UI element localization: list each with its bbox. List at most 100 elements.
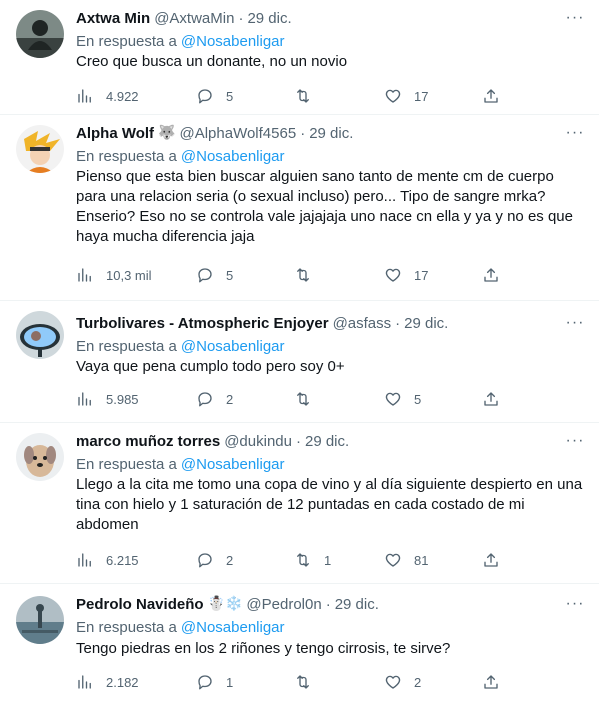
tweet-item[interactable]: Pedrolo Navideño ☃️❄️ @Pedrol0n · 29 dic…: [0, 584, 599, 701]
avatar[interactable]: [16, 125, 64, 173]
retweet-button[interactable]: [294, 265, 324, 285]
reply-button[interactable]: 2: [196, 389, 233, 409]
share-button[interactable]: [482, 86, 500, 106]
tweet-item[interactable]: Turbolivares - Atmospheric Enjoyer @asfa…: [0, 301, 599, 423]
display-name[interactable]: Axtwa Min: [76, 10, 150, 27]
reply-prefix: En respuesta a: [76, 455, 177, 473]
tweet-header: Alpha Wolf 🐺 @AlphaWolf4565 · 29 dic.: [76, 123, 353, 143]
display-name[interactable]: Alpha Wolf: [76, 125, 154, 142]
views-count: 2.182: [106, 674, 139, 690]
reply-mention-link[interactable]: @Nosabenligar: [181, 33, 285, 50]
action-bar: 6.215 2 1 81: [76, 550, 583, 570]
more-options-icon[interactable]: ···: [565, 594, 585, 614]
reply-mention-link[interactable]: @Nosabenligar: [181, 456, 285, 473]
like-button[interactable]: 17: [384, 86, 428, 106]
analytics-icon: [78, 553, 91, 567]
analytics-icon: [78, 89, 91, 103]
avatar[interactable]: [16, 596, 64, 644]
name-emoji: 🐺: [158, 125, 176, 141]
retweet-button[interactable]: 1: [294, 550, 331, 570]
retweet-button[interactable]: [294, 672, 324, 692]
display-name[interactable]: Turbolivares - Atmospheric Enjoyer: [76, 315, 329, 332]
reply-context: En respuesta a @Nosabenligar: [76, 617, 285, 637]
avatar[interactable]: [16, 10, 64, 58]
user-handle[interactable]: @asfass: [333, 315, 392, 332]
avatar-landscape-icon: [16, 596, 64, 644]
reply-mention-link[interactable]: @Nosabenligar: [181, 338, 285, 355]
separator-dot: ·: [395, 314, 401, 332]
action-bar: 2.182 1 2: [76, 672, 583, 692]
like-button[interactable]: 2: [384, 672, 421, 692]
reply-prefix: En respuesta a: [76, 337, 177, 355]
retweet-button[interactable]: [294, 86, 324, 106]
user-handle[interactable]: @AlphaWolf4565: [179, 125, 296, 142]
avatar[interactable]: [16, 433, 64, 481]
share-icon: [484, 675, 498, 689]
tweet-date[interactable]: 29 dic.: [309, 125, 353, 142]
share-icon: [484, 89, 498, 103]
avatar-dark-figure-icon: [16, 10, 64, 58]
replies-count: 2: [226, 391, 234, 407]
replies-count: 1: [226, 674, 234, 690]
tweet-text: Pienso que esta bien buscar alguien sano…: [76, 168, 573, 245]
reply-button[interactable]: 2: [196, 550, 233, 570]
action-bar: 10,3 mil 5 17: [76, 265, 583, 285]
tweet-item[interactable]: Axtwa Min @AxtwaMin · 29 dic. ··· En res…: [0, 0, 599, 115]
reply-icon: [198, 675, 212, 690]
views-count: 4.922: [106, 88, 139, 104]
likes-count: 81: [414, 552, 429, 568]
heart-icon: [385, 89, 401, 103]
tweet-date[interactable]: 29 dic.: [335, 596, 379, 613]
more-options-icon[interactable]: ···: [565, 431, 585, 451]
tweet-header: Pedrolo Navideño ☃️❄️ @Pedrol0n · 29 dic…: [76, 594, 379, 614]
user-handle[interactable]: @dukindu: [224, 433, 292, 450]
reply-context: En respuesta a @Nosabenligar: [76, 31, 285, 51]
separator-dot: ·: [325, 595, 331, 613]
tweet-item[interactable]: marco muñoz torres @dukindu · 29 dic. ··…: [0, 423, 599, 584]
reply-icon: [198, 553, 212, 568]
views-button[interactable]: 2.182: [76, 672, 139, 692]
more-options-icon[interactable]: ···: [565, 8, 585, 28]
reply-prefix: En respuesta a: [76, 32, 177, 50]
tweet-header: marco muñoz torres @dukindu · 29 dic.: [76, 431, 349, 451]
share-button[interactable]: [482, 389, 500, 409]
reply-icon: [198, 89, 212, 104]
share-button[interactable]: [482, 672, 500, 692]
reply-button[interactable]: 1: [196, 672, 233, 692]
reply-mention-link[interactable]: @Nosabenligar: [181, 619, 285, 636]
views-button[interactable]: 4.922: [76, 86, 139, 106]
tweet-date[interactable]: 29 dic.: [305, 433, 349, 450]
reply-mention-link[interactable]: @Nosabenligar: [181, 148, 285, 165]
more-options-icon[interactable]: ···: [565, 313, 585, 333]
separator-dot: ·: [238, 9, 244, 27]
reply-context: En respuesta a @Nosabenligar: [76, 146, 285, 166]
views-button[interactable]: 10,3 mil: [76, 265, 152, 285]
display-name[interactable]: marco muñoz torres: [76, 433, 220, 450]
more-options-icon[interactable]: ···: [565, 123, 585, 143]
avatar-anime-character-icon: [16, 125, 64, 173]
like-button[interactable]: 5: [384, 389, 421, 409]
avatar-dog-icon: [16, 433, 64, 481]
share-button[interactable]: [482, 550, 500, 570]
likes-count: 5: [414, 391, 422, 407]
views-button[interactable]: 6.215: [76, 550, 139, 570]
like-button[interactable]: 81: [384, 550, 428, 570]
heart-icon: [385, 392, 401, 406]
analytics-icon: [78, 268, 91, 282]
retweets-count: 1: [324, 552, 332, 568]
reply-button[interactable]: 5: [196, 265, 233, 285]
reply-button[interactable]: 5: [196, 86, 233, 106]
replies-count: 5: [226, 267, 234, 283]
retweet-button[interactable]: [294, 389, 324, 409]
tweet-item[interactable]: Alpha Wolf 🐺 @AlphaWolf4565 · 29 dic. ··…: [0, 115, 599, 301]
like-button[interactable]: 17: [384, 265, 428, 285]
views-count: 6.215: [106, 552, 139, 568]
display-name[interactable]: Pedrolo Navideño: [76, 596, 204, 613]
avatar[interactable]: [16, 311, 64, 359]
tweet-date[interactable]: 29 dic.: [404, 315, 448, 332]
share-button[interactable]: [482, 265, 500, 285]
user-handle[interactable]: @AxtwaMin: [154, 10, 234, 27]
user-handle[interactable]: @Pedrol0n: [246, 596, 321, 613]
tweet-date[interactable]: 29 dic.: [247, 10, 291, 27]
views-button[interactable]: 5.985: [76, 389, 139, 409]
